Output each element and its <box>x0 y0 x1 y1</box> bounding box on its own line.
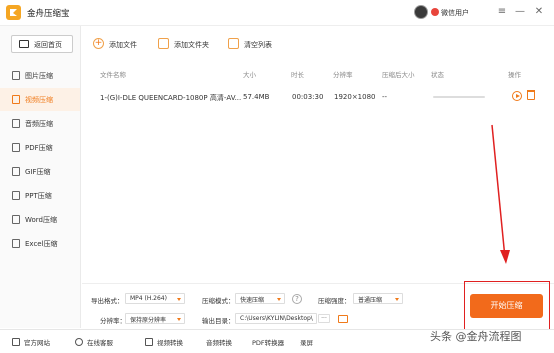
ppt-icon <box>12 191 20 200</box>
file-size: 57.4MB <box>243 93 270 101</box>
footer-label: 官方网站 <box>24 339 50 347</box>
file-resolution: 1920×1080 <box>334 93 376 101</box>
app-logo-icon <box>6 5 21 20</box>
sidebar-item-image[interactable]: 图片压缩 <box>0 64 80 87</box>
image-icon <box>12 71 20 80</box>
column-header: 文件名称 <box>100 71 126 79</box>
folder-icon[interactable] <box>338 315 348 323</box>
pdf-icon <box>12 143 20 152</box>
plus-icon: + <box>93 38 104 49</box>
compress-strength-value: 普通压缩 <box>358 297 383 304</box>
add-file-label: 添加文件 <box>109 41 137 49</box>
resolution-select[interactable]: 保持原分辨率 <box>125 313 185 324</box>
service-icon <box>75 338 83 346</box>
video-convert-icon <box>145 338 153 346</box>
compress-strength-select[interactable]: 普通压缩 <box>353 293 403 304</box>
chevron-down-icon <box>395 298 399 301</box>
column-header: 压缩后大小 <box>382 71 415 79</box>
resolution-value: 保持原分辨率 <box>130 317 167 324</box>
column-header: 操作 <box>508 71 521 79</box>
sidebar-item-label: 视频压缩 <box>25 96 53 104</box>
user-name[interactable]: 微信用户 <box>441 8 469 18</box>
chevron-down-icon <box>277 298 281 301</box>
app-title: 金舟压缩宝 <box>27 9 70 19</box>
sidebar-item-label: 音频压缩 <box>25 120 53 128</box>
sidebar-item-label: Word压缩 <box>25 216 57 224</box>
footer-label: 在线客服 <box>87 339 113 347</box>
sidebar-item-label: PDF压缩 <box>25 144 53 152</box>
file-name: 1-(G)I-DLE QUEENCARD-1080P 高清-AV... <box>100 94 242 102</box>
output-dir-label: 输出目录： <box>202 317 235 325</box>
clear-list-label: 清空列表 <box>244 41 272 49</box>
column-header: 状态 <box>431 71 444 79</box>
play-icon[interactable] <box>512 91 522 101</box>
clear-icon <box>228 38 239 49</box>
footer-pdf-convert[interactable]: PDF转换器 <box>252 337 284 347</box>
sidebar-item-ppt[interactable]: PPT压缩 <box>0 184 80 207</box>
help-icon[interactable]: ? <box>292 294 302 304</box>
resolution-label: 分辨率： <box>100 317 126 325</box>
compress-strength-label: 压缩强度： <box>318 297 351 305</box>
footer-official-site[interactable]: 官方网站 <box>12 337 50 347</box>
output-format-label: 导出格式： <box>91 297 124 305</box>
compressed-size: -- <box>382 93 388 101</box>
website-icon <box>12 338 20 346</box>
chevron-down-icon <box>177 318 181 321</box>
start-compress-button[interactable]: 开始压缩 <box>470 294 543 318</box>
word-icon <box>12 215 20 224</box>
excel-icon <box>12 239 20 248</box>
avatar[interactable] <box>414 5 428 19</box>
footer-audio-convert[interactable]: 音频转换 <box>206 337 232 347</box>
file-duration: 00:03:30 <box>292 93 324 101</box>
progress-bar <box>433 96 485 98</box>
minimize-icon[interactable]: — <box>514 6 526 18</box>
footer-label: 录屏 <box>300 339 313 347</box>
table-header: 文件名称 大小 时长 分辨率 压缩后大小 状态 操作 <box>93 67 548 80</box>
back-icon <box>19 40 29 48</box>
back-home-button[interactable]: 返回首页 <box>11 35 73 53</box>
trash-icon[interactable] <box>527 90 535 100</box>
footer-label: 视频转换 <box>157 339 183 347</box>
folder-add-icon <box>158 38 169 49</box>
back-home-label: 返回首页 <box>34 41 62 49</box>
sidebar-item-label: Excel压缩 <box>25 240 58 248</box>
footer-screen-record[interactable]: 录屏 <box>300 337 313 347</box>
sidebar-item-gif[interactable]: GIF压缩 <box>0 160 80 183</box>
compress-mode-select[interactable]: 快速压缩 <box>235 293 285 304</box>
output-format-select[interactable]: MP4 (H.264) <box>125 293 185 304</box>
column-header: 分辨率 <box>333 71 353 79</box>
audio-icon <box>12 119 20 128</box>
sidebar-item-excel[interactable]: Excel压缩 <box>0 232 80 255</box>
output-format-value: MP4 (H.264) <box>130 295 167 302</box>
output-dir-value: C:\Users\KYLIN\Desktop\ <box>240 315 313 322</box>
browse-more-button[interactable]: ··· <box>318 314 330 323</box>
compress-mode-label: 压缩模式： <box>202 297 235 305</box>
sidebar-item-label: GIF压缩 <box>25 168 51 176</box>
close-icon[interactable]: ✕ <box>533 6 545 18</box>
sidebar-item-video[interactable]: 视频压缩 <box>0 88 80 111</box>
compress-mode-value: 快速压缩 <box>240 297 265 304</box>
table-row[interactable]: 1-(G)I-DLE QUEENCARD-1080P 高清-AV... 57.4… <box>93 86 548 108</box>
column-header: 大小 <box>243 71 256 79</box>
add-folder-label: 添加文件夹 <box>174 41 209 49</box>
footer-video-convert[interactable]: 视频转换 <box>145 337 183 347</box>
column-header: 时长 <box>291 71 304 79</box>
footer-online-service[interactable]: 在线客服 <box>75 337 113 347</box>
footer-label: 音频转换 <box>206 339 232 347</box>
vip-badge-icon <box>431 8 439 16</box>
sidebar: 返回首页 图片压缩 视频压缩 音频压缩 PDF压缩 GIF压缩 PPT压缩 Wo… <box>0 26 81 328</box>
sidebar-item-audio[interactable]: 音频压缩 <box>0 112 80 135</box>
sidebar-item-word[interactable]: Word压缩 <box>0 208 80 231</box>
gif-icon <box>12 167 20 176</box>
video-icon <box>12 95 20 104</box>
title-bar: 金舟压缩宝 微信用户 ≡ — ✕ <box>0 0 554 26</box>
sidebar-item-label: PPT压缩 <box>25 192 52 200</box>
watermark: 头条 @金舟流程图 <box>430 330 522 343</box>
chevron-down-icon <box>177 298 181 301</box>
sidebar-item-pdf[interactable]: PDF压缩 <box>0 136 80 159</box>
footer-label: PDF转换器 <box>252 339 285 347</box>
menu-icon[interactable]: ≡ <box>496 6 508 18</box>
output-dir-field[interactable]: C:\Users\KYLIN\Desktop\ <box>235 313 317 324</box>
sidebar-item-label: 图片压缩 <box>25 72 53 80</box>
